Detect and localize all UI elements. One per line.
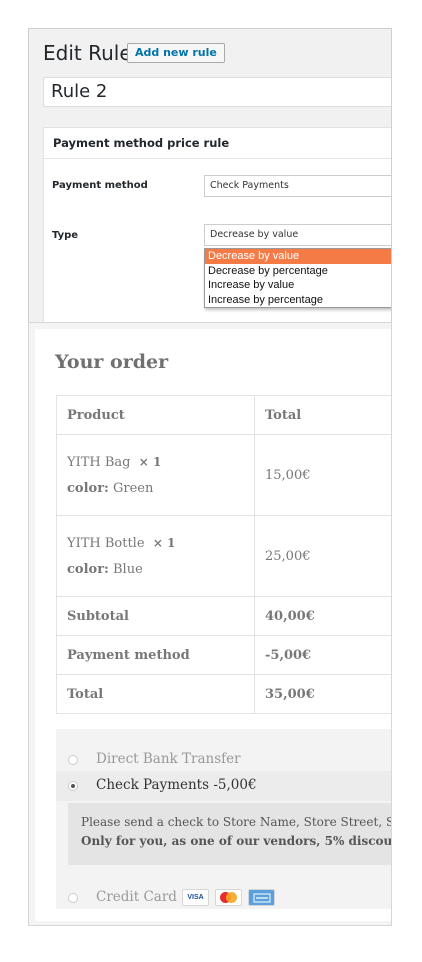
column-header-product: Product: [56, 395, 255, 435]
card-icons: VISA: [182, 889, 275, 906]
subtotal-row: Subtotal 40,00€: [56, 596, 391, 636]
payment-option-check-payments[interactable]: Check Payments -5,00€: [56, 771, 391, 801]
payment-method-label: Payment method: [52, 180, 148, 191]
radio-direct-bank-transfer[interactable]: [68, 755, 78, 765]
table-header-row: Product Total: [56, 395, 391, 435]
radio-credit-card[interactable]: [68, 893, 78, 903]
product-cell: YITH Bag × 1 color: Green: [56, 434, 255, 516]
total-value: 35,00€: [254, 674, 391, 714]
product-quantity: × 1: [152, 535, 176, 550]
payment-method-fee-row: Payment method -5,00€: [56, 635, 391, 675]
attribute-value: Blue: [112, 561, 143, 577]
product-cell: YITH Bottle × 1 color: Blue: [56, 515, 255, 597]
order-table: Product Total YITH Bag × 1 color: Green …: [56, 395, 391, 714]
type-option-increase-by-percentage[interactable]: Increase by percentage: [205, 293, 391, 308]
order-heading: Your order: [55, 351, 169, 373]
payment-method-fee-value: -5,00€: [254, 635, 391, 675]
total-row: Total 35,00€: [56, 674, 391, 714]
product-quantity: × 1: [138, 454, 162, 469]
column-header-total: Total: [254, 395, 391, 435]
order-review: Your order Product Total YITH Bag × 1 co…: [35, 329, 392, 921]
mastercard-icon: [215, 889, 242, 906]
line-total: 15,00€: [254, 434, 391, 516]
payment-option-credit-card[interactable]: Credit Card VISA: [56, 883, 391, 909]
type-option-increase-by-value[interactable]: Increase by value: [205, 278, 391, 293]
line-total: 25,00€: [254, 515, 391, 597]
payment-methods: Direct Bank Transfer Check Payments -5,0…: [56, 729, 392, 909]
table-row: YITH Bottle × 1 color: Blue 25,00€: [56, 515, 391, 597]
rule-title-input[interactable]: Rule 2: [43, 77, 391, 107]
amex-icon: [248, 889, 275, 906]
payment-option-label: Credit Card: [96, 889, 177, 905]
attribute-label: color:: [67, 480, 109, 496]
radio-check-payments[interactable]: [68, 781, 78, 791]
product-name: YITH Bag: [67, 454, 131, 470]
payment-discount-note: Only for you, as one of our vendors, 5% …: [81, 834, 392, 848]
type-option-decrease-by-percentage[interactable]: Decrease by percentage: [205, 264, 391, 279]
attribute-value: Green: [112, 480, 154, 496]
checkout-order-panel: Your order Product Total YITH Bag × 1 co…: [28, 322, 392, 926]
product-name: YITH Bottle: [67, 535, 145, 551]
subtotal-label: Subtotal: [56, 596, 255, 636]
edit-rule-panel: Edit Rule Add new rule Rule 2 Payment me…: [28, 28, 392, 328]
attribute-label: color:: [67, 561, 109, 577]
payment-description-text: Please send a check to Store Name, Store…: [81, 815, 392, 829]
subtotal-value: 40,00€: [254, 596, 391, 636]
type-select[interactable]: Decrease by value: [204, 224, 391, 246]
metabox-title: Payment method price rule: [44, 128, 391, 159]
payment-method-price-rule-metabox: Payment method price rule Payment method…: [43, 127, 391, 327]
payment-option-label: Check Payments -5,00€: [96, 777, 257, 793]
type-option-decrease-by-value[interactable]: Decrease by value: [205, 249, 391, 264]
type-dropdown-list: Decrease by value Decrease by percentage…: [204, 248, 391, 308]
payment-method-fee-label: Payment method: [56, 635, 255, 675]
payment-description-box: Please send a check to Store Name, Store…: [68, 803, 392, 865]
payment-option-label: Direct Bank Transfer: [96, 751, 241, 767]
payment-method-select[interactable]: Check Payments: [204, 175, 391, 197]
type-label: Type: [52, 230, 79, 241]
table-row: YITH Bag × 1 color: Green 15,00€: [56, 434, 391, 516]
page-title: Edit Rule: [43, 41, 132, 65]
total-label: Total: [56, 674, 255, 714]
add-new-rule-button[interactable]: Add new rule: [127, 43, 225, 63]
visa-icon: VISA: [182, 889, 209, 906]
